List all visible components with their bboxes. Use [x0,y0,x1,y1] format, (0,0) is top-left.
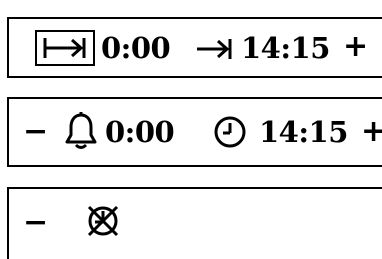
clock-time-value: 14:15 [259,115,348,149]
end-time-value: 14:15 [241,31,330,65]
alarm-time-value: 0:00 [105,115,175,149]
start-time-button[interactable] [35,30,95,66]
end-time-increment-button[interactable]: + [343,32,368,62]
alarm-status-bar: − [7,187,382,259]
arrow-to-bar-boxed-icon [43,38,86,58]
bell-icon [65,112,97,149]
start-time-value: 0:00 [101,31,171,65]
alarm-off-icon [87,205,119,237]
start-end-time-bar: 0:00 14:15 + [7,17,382,78]
clock-icon [214,116,246,148]
alarm-clock-bar: − 0:00 14:15 + [7,97,382,167]
alarm-off-decrement-button[interactable]: − [23,208,48,238]
alarm-decrement-button[interactable]: − [23,117,48,147]
arrow-to-bar-icon [197,39,232,59]
clock-increment-button[interactable]: + [361,117,382,147]
